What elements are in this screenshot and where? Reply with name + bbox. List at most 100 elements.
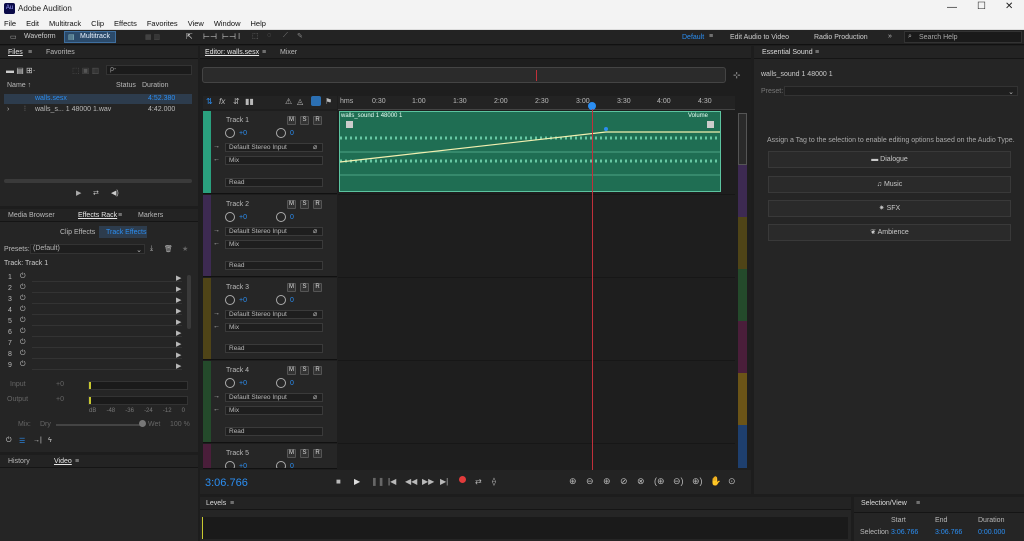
overview-bar[interactable] [202,67,726,83]
input-dropdown[interactable]: Default Stereo Input [225,393,323,402]
search-help-input[interactable]: Search Help [919,34,958,41]
power-icon[interactable]: ⏻ [20,339,26,347]
zoom-out-full-icon[interactable]: ⊘ [620,476,628,487]
tab-markers[interactable]: Markers [138,212,163,219]
delete-preset-icon[interactable]: 🗑 [164,245,173,253]
clip-volume-label[interactable]: Volume [688,113,708,119]
brush-icon[interactable]: ⟋ [283,32,288,40]
workspace-menu-icon[interactable]: ≡ [709,33,713,40]
files-menu-icon[interactable]: ≡ [28,49,32,56]
power-icon[interactable]: ⏻ [20,284,26,292]
insert-icon[interactable]: →| [33,437,42,444]
play-icon[interactable]: ▶ [354,477,360,486]
tab-favorites[interactable]: Favorites [46,49,75,56]
snap-icon[interactable] [311,96,321,106]
razor-tool-icon[interactable]: ⊢⊣ [222,32,236,41]
lightning-icon[interactable]: ϟ [48,437,52,444]
essential-menu-icon[interactable]: ≡ [815,49,819,56]
tab-history[interactable]: History [8,458,30,465]
play-icon[interactable]: ▶ [76,189,81,197]
fx-scrollbar[interactable] [187,275,191,329]
search-help-box[interactable]: ⌕ Search Help [904,31,1022,43]
menu-edit[interactable]: Edit [26,19,39,28]
skip-icon[interactable]: ⟠ [492,477,496,486]
files-search[interactable]: ρ- [106,65,192,75]
slot-dropdown[interactable] [32,318,182,326]
fx-slot[interactable]: 5 ⏻ ▶ [4,317,190,327]
text-cursor-icon[interactable]: I [238,32,240,41]
sync-icon[interactable]: ⇅ [206,97,213,106]
effects-menu-icon[interactable]: ≡ [118,212,122,219]
volume-value[interactable]: +0 [239,380,247,387]
slot-arrow-icon[interactable]: ▶ [176,296,181,304]
solo-button[interactable]: S [300,283,309,292]
solo-button[interactable]: S [300,116,309,125]
slot-dropdown[interactable] [32,362,182,370]
track-name[interactable]: Track 1 [226,117,249,124]
lasso-icon[interactable]: ◌ [267,32,271,39]
volume-knob[interactable] [225,128,235,138]
pan-knob[interactable] [276,378,286,388]
fx-slot[interactable]: 9 ⏻ ▶ [4,361,190,371]
fx-slot[interactable]: 1 ⏻ ▶ [4,273,190,283]
ambience-button[interactable]: ❦ Ambience [768,224,1011,241]
editor-menu-icon[interactable]: ≡ [262,49,266,56]
slot-arrow-icon[interactable]: ▶ [176,307,181,315]
slot-dropdown[interactable] [32,296,182,304]
preset-dropdown[interactable]: ⌄ [784,86,1018,96]
close-icon[interactable]: ✕ [1005,1,1013,12]
save-preset-icon[interactable]: ⤓ [150,245,153,253]
input-dropdown[interactable]: Default Stereo Input [225,227,323,236]
pan-knob[interactable] [276,212,286,222]
pan-value[interactable]: 0 [290,380,294,387]
zoom-selection-icon[interactable]: ⊗ [637,476,645,487]
presets-dropdown[interactable]: (Default) ⌄ [30,244,145,254]
menu-effects[interactable]: Effects [114,19,137,28]
fx-slot[interactable]: 2 ⏻ ▶ [4,284,190,294]
tab-video[interactable]: Video [54,458,72,465]
slot-dropdown[interactable] [32,274,182,282]
forward-icon[interactable]: ▶▶ [422,477,434,486]
phase-icon[interactable]: ⌀ [313,310,317,318]
slot-dropdown[interactable] [32,340,182,348]
menu-favorites[interactable]: Favorites [147,19,178,28]
record-button[interactable]: R [313,283,322,292]
record-button[interactable]: R [313,116,322,125]
phase-icon[interactable]: ⌀ [313,143,317,151]
tab-editor[interactable]: Editor: walls.sesx [205,49,259,56]
input-gain[interactable]: +0 [56,381,64,388]
pan-value[interactable]: 0 [290,463,294,468]
maximize-icon[interactable]: ☐ [977,1,986,12]
record-button[interactable]: R [313,449,322,458]
power-icon[interactable]: ⏻ [20,273,26,281]
marker-icon[interactable]: ⚑ [325,97,332,106]
slot-dropdown[interactable] [32,285,182,293]
selection-duration[interactable]: 0:00.000 [978,529,1005,536]
menu-help[interactable]: Help [251,19,266,28]
fx-slot[interactable]: 6 ⏻ ▶ [4,328,190,338]
volume-knob[interactable] [225,378,235,388]
automation-dropdown[interactable]: Read [225,261,323,270]
col-duration[interactable]: Duration [142,82,168,89]
mix-slider[interactable] [56,424,142,426]
pan-value[interactable]: 0 [290,297,294,304]
mute-button[interactable]: M [287,116,296,125]
time-selection-icon[interactable]: ⊢⊣ [203,32,217,41]
tab-effects-rack[interactable]: Effects Rack [78,212,117,219]
fx-slot[interactable]: 8 ⏻ ▶ [4,350,190,360]
slot-arrow-icon[interactable]: ▶ [176,318,181,326]
tab-files[interactable]: Files [8,49,23,56]
slot-arrow-icon[interactable]: ▶ [176,274,181,282]
col-name[interactable]: Name ↑ [7,82,31,89]
automation-dropdown[interactable]: Read [225,178,323,187]
pencil-icon[interactable]: ✎ [297,32,303,40]
fx-slot[interactable]: 7 ⏻ ▶ [4,339,190,349]
stop-icon[interactable]: ■ [336,477,341,486]
pan-value[interactable]: 0 [290,130,294,137]
power-icon[interactable]: ⏻ [20,306,26,314]
solo-button[interactable]: S [300,366,309,375]
output-gain[interactable]: +0 [56,396,64,403]
power-icon[interactable]: ⏻ [20,328,26,336]
phase-icon[interactable]: ⌀ [313,393,317,401]
slot-dropdown[interactable] [32,329,182,337]
